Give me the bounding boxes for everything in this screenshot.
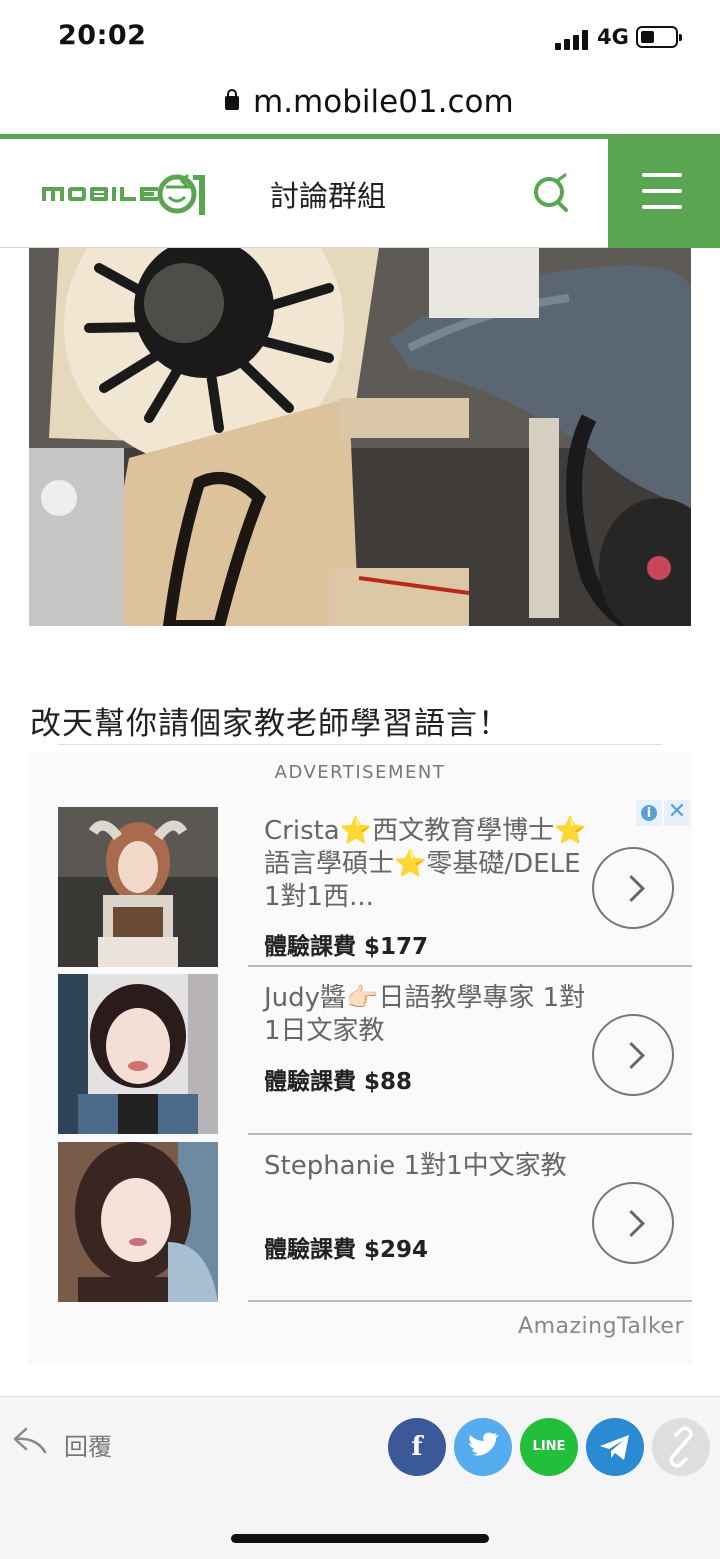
post-photo[interactable]	[29, 248, 691, 626]
ad-item[interactable]: Judy醬👉🏻日語教學專家 1對1日文家教 體驗課費 $88	[28, 974, 692, 1141]
ad-item-title: Stephanie 1對1中文家教	[264, 1151, 567, 1181]
status-time: 20:02	[58, 20, 147, 51]
ad-item[interactable]: Crista⭐西文教育學博士⭐語言學碩士⭐零基礎/DELE 1對1西... 體驗…	[28, 807, 692, 974]
home-indicator[interactable]	[231, 1534, 489, 1543]
page-title: 討論群組	[270, 179, 387, 213]
ad-label: ADVERTISEMENT	[274, 762, 446, 783]
copy-link-button[interactable]	[652, 1418, 710, 1476]
ad-separator	[248, 1133, 692, 1135]
telegram-icon	[600, 1435, 629, 1460]
post-body-text: 改天幫你請個家教老師學習語言！	[30, 706, 510, 742]
ad-item[interactable]: Stephanie 1對1中文家教 體驗課費 $294	[28, 1142, 692, 1309]
ad-item-price: 體驗課費 $294	[264, 1237, 429, 1263]
chevron-right-icon[interactable]	[592, 1182, 674, 1264]
ad-item-title: Judy醬👉🏻日語教學專家 1對1日文家教	[264, 983, 586, 1046]
cellular-signal-icon	[555, 30, 589, 50]
telegram-share-button[interactable]	[586, 1418, 644, 1476]
tutor-photo	[58, 807, 218, 967]
reply-button[interactable]: 回覆	[64, 1427, 112, 1462]
search-icon	[534, 173, 568, 212]
tutor-photo	[58, 1142, 218, 1302]
tutor-photo	[58, 974, 218, 1134]
divider	[58, 744, 662, 745]
twitter-share-button[interactable]	[454, 1418, 512, 1476]
ad-item-price: 體驗課費 $177	[264, 934, 429, 960]
mobile01-logo[interactable]	[42, 171, 247, 219]
ad-separator	[248, 965, 692, 967]
chevron-right-icon[interactable]	[592, 847, 674, 929]
url-text: m.mobile01.com	[253, 84, 514, 120]
site-header: 討論群組	[0, 134, 720, 248]
ad-item-title: Crista⭐西文教育學博士⭐語言學碩士⭐零基礎/DELE 1對1西...	[264, 816, 587, 912]
twitter-icon	[469, 1432, 499, 1456]
battery-icon	[636, 26, 682, 48]
advertisement[interactable]: ADVERTISEMENT ✕ Crista⭐西文教育學博士⭐語言學碩士⭐零基礎…	[28, 752, 692, 1364]
status-bar: 20:02 4G	[0, 0, 720, 76]
lock-icon	[225, 89, 239, 110]
search-button[interactable]	[530, 173, 572, 215]
ad-brand[interactable]: AmazingTalker	[518, 1314, 684, 1339]
reply-icon[interactable]	[12, 1425, 48, 1455]
chevron-right-icon[interactable]	[592, 1014, 674, 1096]
line-share-button[interactable]: LINE	[520, 1418, 578, 1476]
browser-address-bar[interactable]: m.mobile01.com	[0, 76, 720, 134]
facebook-share-button[interactable]: f	[388, 1418, 446, 1476]
ad-separator	[248, 1300, 692, 1302]
ad-item-price: 體驗課費 $88	[264, 1069, 413, 1095]
link-icon	[669, 1426, 693, 1468]
network-type: 4G	[597, 25, 629, 49]
menu-button[interactable]	[608, 134, 720, 248]
